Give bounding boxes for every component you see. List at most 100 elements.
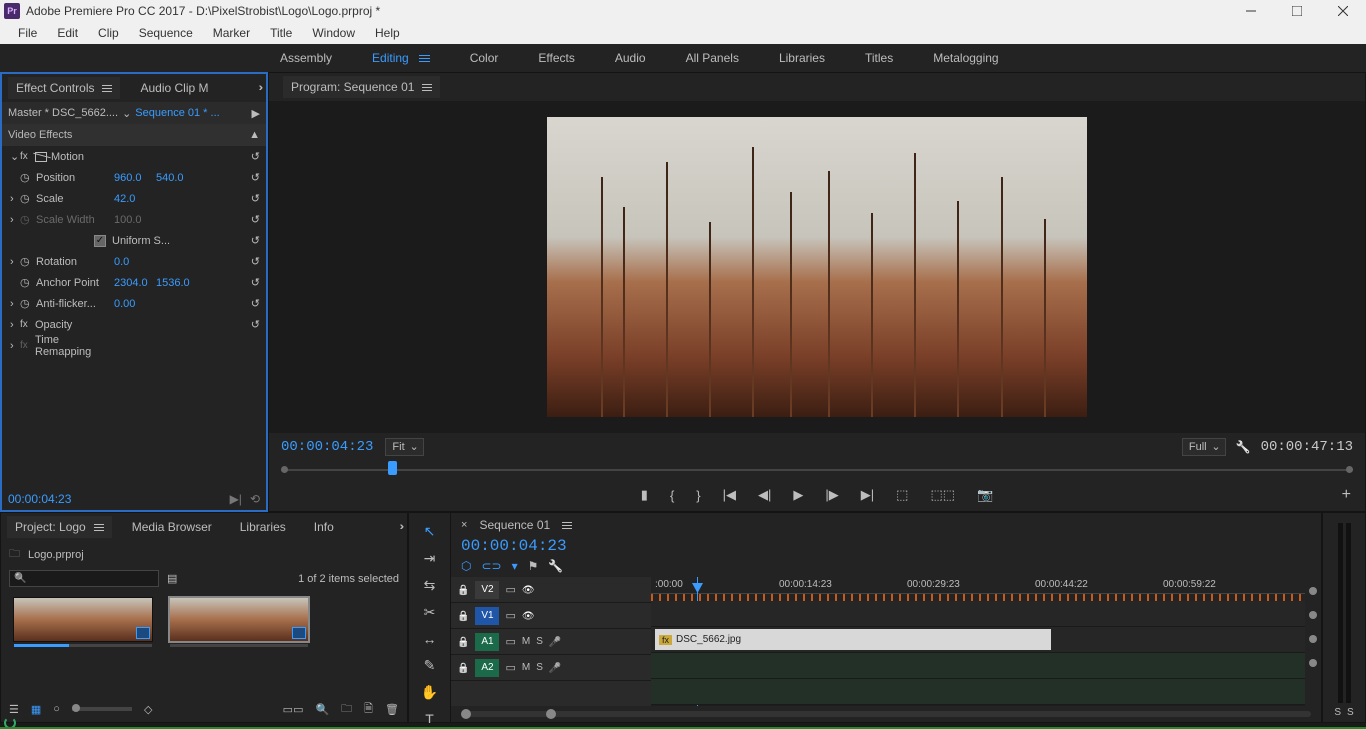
timeline-wrench-icon[interactable] — [548, 559, 563, 573]
ripple-edit-tool[interactable]: ⇆ — [424, 577, 436, 594]
tab-media-browser[interactable]: Media Browser — [124, 516, 220, 538]
button-editor-icon[interactable]: + — [1342, 486, 1351, 504]
lock-icon[interactable] — [457, 610, 469, 622]
project-search-input[interactable] — [9, 570, 159, 587]
disclosure-icon[interactable] — [10, 214, 20, 226]
timeline-vscroll[interactable] — [1305, 577, 1321, 706]
rotation-value[interactable]: 0.0 — [114, 256, 156, 268]
sync-lock-icon[interactable] — [505, 661, 515, 674]
position-y-value[interactable]: 540.0 — [156, 172, 198, 184]
stopwatch-icon[interactable] — [20, 255, 32, 268]
add-marker-button[interactable]: ▮ — [641, 487, 648, 503]
reset-icon[interactable] — [251, 255, 260, 268]
stopwatch-icon[interactable] — [20, 192, 32, 205]
reset-icon[interactable] — [251, 297, 260, 310]
reset-icon[interactable] — [251, 171, 260, 184]
timeline-zoom-bar[interactable] — [451, 706, 1321, 722]
reset-icon[interactable] — [251, 192, 260, 205]
project-item-thumb[interactable] — [13, 597, 153, 642]
delete-icon[interactable]: 🗑 — [385, 703, 399, 716]
hand-tool[interactable]: ✋ — [421, 684, 438, 701]
disclosure-icon[interactable] — [10, 193, 20, 205]
sequence-name[interactable]: Sequence 01 — [479, 518, 550, 532]
track-header-a1[interactable]: A1 MS — [451, 629, 651, 655]
go-to-in-button[interactable]: |◀ — [723, 487, 736, 503]
disclosure-icon[interactable] — [10, 298, 20, 310]
project-item-thumb[interactable] — [169, 597, 309, 642]
menu-sequence[interactable]: Sequence — [129, 26, 203, 40]
collapse-icon[interactable]: ▲ — [249, 129, 260, 141]
sync-lock-icon[interactable] — [505, 635, 515, 648]
menu-edit[interactable]: Edit — [47, 26, 88, 40]
extract-button[interactable]: ⬚⬚ — [930, 487, 955, 503]
program-timecode[interactable]: 00:00:04:23 — [281, 439, 373, 455]
zoom-level-select[interactable]: Fit — [385, 438, 423, 456]
step-back-button[interactable]: ◀| — [758, 487, 771, 503]
track-label[interactable]: V1 — [475, 607, 499, 625]
tab-effect-controls[interactable]: Effect Controls — [8, 77, 120, 99]
mute-button[interactable]: M — [522, 636, 530, 647]
scale-value[interactable]: 42.0 — [114, 193, 156, 205]
position-x-value[interactable]: 960.0 — [114, 172, 156, 184]
panel-menu-icon[interactable] — [94, 524, 104, 531]
uniform-scale-checkbox[interactable]: ✓ — [94, 235, 106, 247]
stopwatch-icon[interactable] — [20, 171, 32, 184]
workspace-effects[interactable]: Effects — [538, 51, 574, 65]
workspace-assembly[interactable]: Assembly — [280, 51, 332, 65]
track-header-v2[interactable]: V2 — [451, 577, 651, 603]
antiflicker-value[interactable]: 0.00 — [114, 298, 156, 310]
stopwatch-icon[interactable] — [20, 297, 32, 310]
timeline-tracks-area[interactable]: :00:00 00:00:14:23 00:00:29:23 00:00:44:… — [651, 577, 1305, 706]
reset-icon[interactable] — [251, 150, 260, 163]
scrubber-playhead[interactable] — [388, 461, 397, 475]
workspace-libraries[interactable]: Libraries — [779, 51, 825, 65]
sync-lock-icon[interactable] — [505, 609, 515, 622]
fx-badge-icon[interactable]: fx — [20, 319, 32, 330]
tab-audio-clip-mixer[interactable]: Audio Clip M — [132, 77, 216, 99]
solo-right[interactable]: S — [1347, 707, 1354, 718]
scrubber-start[interactable] — [281, 466, 288, 473]
workspace-color[interactable]: Color — [470, 51, 499, 65]
tab-info[interactable]: Info — [306, 516, 342, 538]
solo-button[interactable]: S — [536, 662, 543, 673]
solo-button[interactable]: S — [536, 636, 543, 647]
sync-lock-icon[interactable] — [505, 583, 515, 596]
reset-icon[interactable] — [251, 234, 260, 247]
fx-badge-icon[interactable]: fx — [20, 151, 32, 162]
slip-tool[interactable]: ↔ — [423, 631, 437, 647]
icon-view-icon[interactable]: ▦ — [31, 703, 41, 716]
track-a2[interactable] — [651, 679, 1305, 705]
disclosure-icon[interactable] — [10, 340, 20, 352]
auto-sequence-icon[interactable]: ▭▭ — [283, 703, 304, 716]
pen-tool[interactable]: ✎ — [424, 657, 436, 674]
fx-badge-icon[interactable]: fx — [20, 340, 32, 351]
ec-timecode[interactable]: 00:00:04:23 — [8, 492, 71, 506]
lock-icon[interactable] — [457, 584, 469, 596]
opacity-effect-row[interactable]: fx Opacity — [2, 314, 266, 335]
settings-icon[interactable] — [1236, 440, 1251, 454]
menu-marker[interactable]: Marker — [203, 26, 260, 40]
razor-tool[interactable]: ✂ — [424, 604, 436, 621]
close-button[interactable] — [1320, 0, 1366, 22]
stopwatch-icon[interactable] — [20, 276, 32, 289]
mark-out-button[interactable]: } — [696, 488, 700, 503]
go-to-out-button[interactable]: ▶| — [861, 487, 874, 503]
loop-icon[interactable]: ⟲ — [250, 492, 260, 506]
snap-icon[interactable] — [461, 559, 471, 573]
menu-clip[interactable]: Clip — [88, 26, 129, 40]
tab-project[interactable]: Project: Logo — [7, 516, 112, 538]
panel-menu-icon[interactable] — [562, 522, 572, 529]
scrubber-end[interactable] — [1346, 466, 1353, 473]
disclosure-icon[interactable] — [10, 150, 20, 163]
workspace-editing[interactable]: Editing — [372, 51, 430, 65]
workspace-menu-icon[interactable] — [419, 55, 430, 62]
clip[interactable]: fx DSC_5662.jpg — [655, 629, 1051, 650]
disclosure-icon[interactable] — [10, 256, 20, 268]
motion-effect-row[interactable]: fx Motion — [2, 146, 266, 167]
anchor-x-value[interactable]: 2304.0 — [114, 277, 156, 289]
sequence-clip-label[interactable]: Sequence 01 * ... — [135, 107, 219, 119]
thumb-zoom-slider[interactable] — [72, 707, 132, 711]
track-label[interactable]: A1 — [475, 633, 499, 651]
tab-libraries[interactable]: Libraries — [232, 516, 294, 538]
panel-menu-icon[interactable] — [102, 85, 112, 92]
